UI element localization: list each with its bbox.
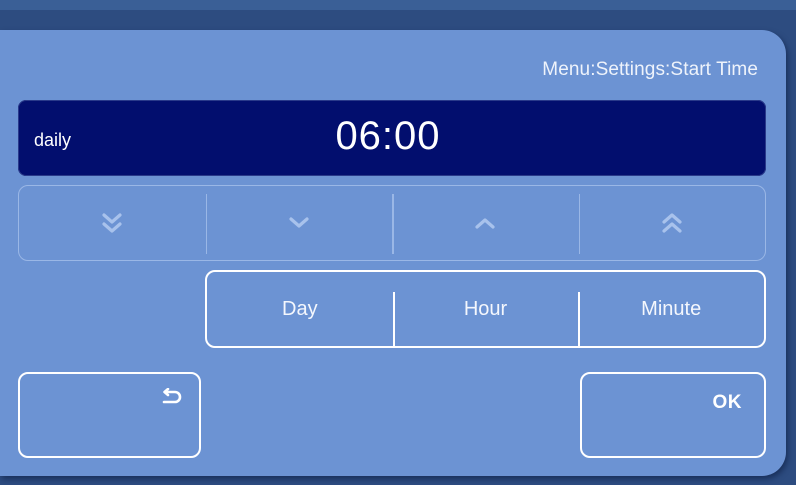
double-chevron-up-icon: [662, 212, 682, 234]
chevron-up-icon: [475, 216, 495, 230]
unit-selector: Day Hour Minute: [205, 270, 766, 348]
breadcrumb: Menu:Settings:Start Time: [542, 59, 758, 80]
top-strip: [0, 0, 796, 10]
screen: Menu:Settings:Start Time daily 06:00 Day…: [0, 0, 796, 485]
hour-button[interactable]: Hour: [392, 272, 579, 346]
increase-button[interactable]: [392, 186, 579, 260]
settings-panel: Menu:Settings:Start Time daily 06:00 Day…: [0, 30, 786, 476]
return-arrow-icon: [161, 387, 183, 411]
adjust-button-bar: [18, 185, 766, 261]
fast-increase-button[interactable]: [578, 186, 766, 260]
minute-button[interactable]: Minute: [578, 272, 764, 346]
back-button[interactable]: [18, 372, 201, 458]
double-chevron-down-icon: [102, 212, 122, 234]
chevron-down-icon: [289, 216, 309, 230]
decrease-button[interactable]: [205, 186, 393, 260]
fast-decrease-button[interactable]: [19, 186, 206, 260]
ok-label: OK: [712, 392, 742, 413]
schedule-mode-label: daily: [34, 130, 72, 150]
ok-button[interactable]: OK: [580, 372, 766, 458]
time-display: daily 06:00: [18, 100, 766, 176]
start-time-value: 06:00: [335, 114, 441, 158]
day-button[interactable]: Day: [207, 272, 393, 346]
